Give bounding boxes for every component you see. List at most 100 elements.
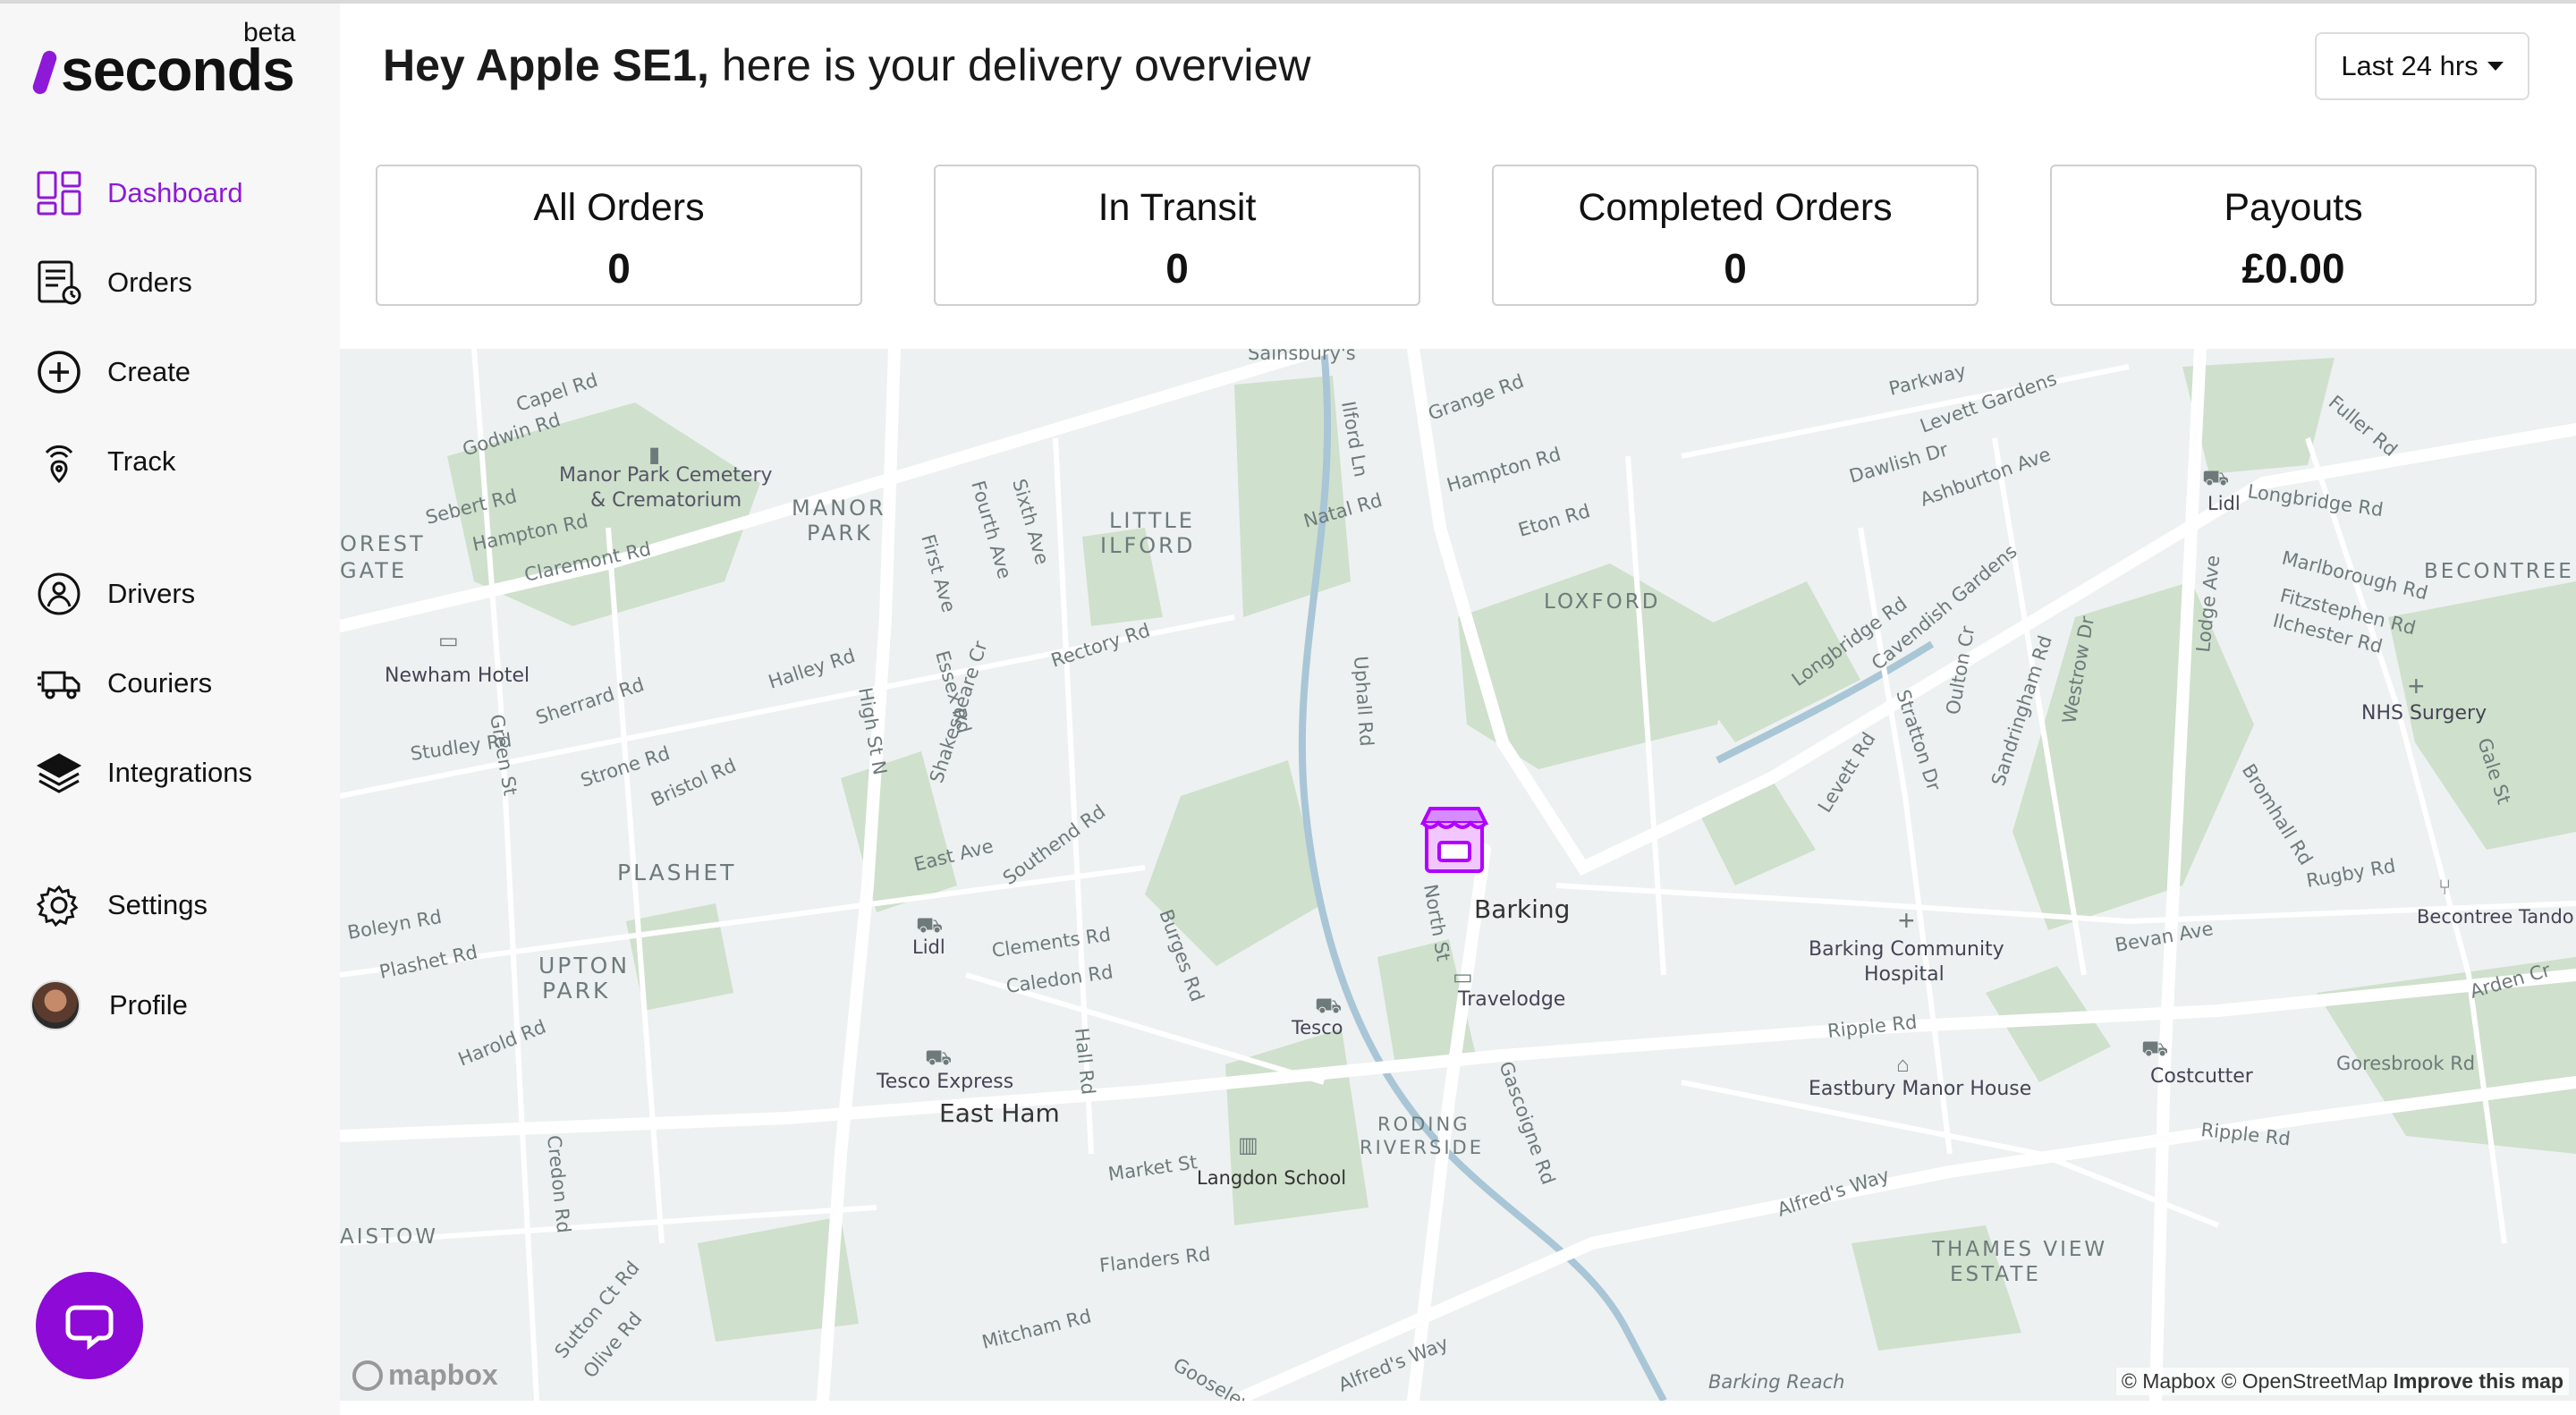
label-parkway: Parkway — [1886, 360, 1968, 400]
label-aistow: AISTOW — [340, 1225, 438, 1249]
sidebar-item-create[interactable]: Create — [36, 345, 322, 399]
label-riverside: RIVERSIDE — [1360, 1137, 1484, 1158]
chat-icon — [65, 1305, 114, 1351]
store-marker[interactable] — [1418, 803, 1491, 877]
label-market-st: Market St — [1106, 1151, 1199, 1185]
label-east-ham: East Ham — [939, 1098, 1060, 1128]
sidebar-item-settings[interactable]: Settings — [36, 878, 322, 932]
museum-icon: ⌂ — [1896, 1053, 1910, 1077]
cemetery-icon: ▮ — [648, 443, 660, 467]
avatar — [30, 980, 80, 1030]
caret-down-icon — [2487, 62, 2504, 71]
sidebar-item-label: Integrations — [107, 757, 252, 788]
cart-icon: ⛟ — [2202, 466, 2229, 490]
label-cemetery-1: Manor Park Cemetery — [559, 464, 773, 487]
label-grange-rd: Grange Rd — [1426, 370, 1527, 425]
sidebar-item-dashboard[interactable]: Dashboard — [36, 166, 322, 220]
stat-value: £0.00 — [2241, 245, 2345, 292]
dashboard-icon — [36, 170, 82, 216]
label-sixth-ave: Sixth Ave — [1008, 477, 1053, 567]
label-hall-rd: Hall Rd — [1071, 1027, 1099, 1096]
label-lidl-2: Lidl — [2207, 493, 2241, 514]
hospital-icon: + — [1898, 904, 1915, 936]
sidebar-item-profile[interactable]: Profile — [30, 979, 317, 1032]
label-gascoigne-rd: Gascoigne Rd — [1495, 1059, 1559, 1188]
label-first-ave: First Ave — [917, 532, 960, 615]
settings-icon — [36, 882, 82, 928]
sidebar-item-track[interactable]: Track — [36, 435, 322, 488]
stat-value: 0 — [607, 245, 631, 292]
stat-title: In Transit — [1097, 186, 1257, 229]
sidebar-item-label: Couriers — [107, 667, 213, 699]
label-forest: OREST — [340, 531, 426, 556]
label-upton-park: PARK — [542, 978, 610, 1004]
label-credon-rd: Credon Rd — [543, 1134, 574, 1234]
greeting-text: here is your delivery overview — [708, 40, 1311, 90]
hotel-icon: ▭ — [1453, 965, 1473, 989]
stat-title: Payouts — [2224, 186, 2363, 229]
label-newham-hotel: Newham Hotel — [385, 665, 530, 687]
label-fourth-ave: Fourth Ave — [967, 479, 1015, 581]
chat-button[interactable] — [36, 1272, 143, 1379]
label-lidl-1: Lidl — [912, 936, 945, 958]
label-cemetery-2: & Crematorium — [590, 489, 741, 512]
stat-title: All Orders — [533, 186, 705, 229]
mapbox-icon — [352, 1360, 383, 1391]
delivery-map[interactable]: Sainsbury's Capel Rd Godwin Rd Manor Par… — [340, 349, 2576, 1401]
label-estate: ESTATE — [1950, 1263, 2041, 1286]
label-hampton-rd: Hampton Rd — [1445, 444, 1563, 496]
label-roding: RODING — [1377, 1114, 1470, 1135]
label-lodge-ave: Lodge Ave — [2192, 555, 2224, 654]
label-upton: UPTON — [538, 953, 630, 979]
label-manor: MANOR — [792, 496, 886, 521]
improve-map-link[interactable]: Improve this map — [2394, 1369, 2563, 1393]
label-ripple-rd: Ripple Rd — [1826, 1012, 1918, 1042]
sidebar-item-label: Track — [107, 445, 176, 477]
label-clements-rd: Clements Rd — [990, 924, 1112, 962]
sidebar-item-orders[interactable]: Orders — [36, 256, 322, 309]
sidebar: seconds beta Dashboard Orders Create Tra… — [0, 4, 340, 1415]
label-longbridge-rd-2: Longbridge Rd — [2246, 480, 2385, 521]
greeting-name: Hey Apple SE1, — [383, 40, 709, 90]
stat-card-in-transit[interactable]: In Transit 0 — [934, 165, 1420, 306]
page-title: Hey Apple SE1, here is your delivery ove… — [383, 39, 1310, 91]
mapbox-logo[interactable]: mapbox — [352, 1359, 498, 1392]
label-ilford-ln: Ilford Ln — [1337, 400, 1371, 479]
integrations-icon — [36, 750, 82, 796]
label-boleyn-rd: Boleyn Rd — [346, 906, 444, 944]
logo[interactable]: seconds beta — [30, 13, 317, 103]
attribution-osm-link[interactable]: © OpenStreetMap — [2221, 1369, 2387, 1393]
label-uphall-rd: Uphall Rd — [1350, 656, 1377, 748]
label-sherrard-rd: Sherrard Rd — [533, 674, 647, 729]
sidebar-item-drivers[interactable]: Drivers — [36, 567, 322, 621]
label-bromhall-rd: Bromhall Rd — [2238, 760, 2317, 869]
label-little: LITTLE — [1109, 508, 1195, 533]
label-caledon-rd: Caledon Rd — [1004, 961, 1114, 997]
sidebar-item-integrations[interactable]: Integrations — [36, 746, 322, 800]
stat-card-payouts[interactable]: Payouts £0.00 — [2050, 165, 2537, 306]
map-parks — [447, 358, 2576, 1351]
time-range-dropdown[interactable]: Last 24 hrs — [2315, 32, 2529, 100]
label-barking-reach: Barking Reach — [1708, 1371, 1844, 1393]
stat-card-completed-orders[interactable]: Completed Orders 0 — [1492, 165, 1979, 306]
label-becontree-tando: Becontree Tando — [2417, 906, 2574, 928]
couriers-icon — [36, 660, 82, 707]
label-nhs-surgery: NHS Surgery — [2361, 702, 2487, 724]
sidebar-item-label: Create — [107, 356, 191, 387]
drivers-icon — [36, 571, 82, 617]
stat-card-all-orders[interactable]: All Orders 0 — [376, 165, 862, 306]
label-langdon-school: Langdon School — [1197, 1167, 1346, 1189]
attribution-mapbox-link[interactable]: © Mapbox — [2122, 1369, 2216, 1393]
label-costcutter: Costcutter — [2150, 1065, 2254, 1088]
sidebar-item-couriers[interactable]: Couriers — [36, 657, 322, 710]
label-hospital-1: Barking Community — [1809, 938, 2004, 961]
hotel-icon: ▭ — [438, 629, 459, 653]
hospital-icon: + — [2408, 670, 2425, 702]
label-tesco-express: Tesco Express — [876, 1071, 1013, 1093]
label-tesco: Tesco — [1291, 1017, 1343, 1038]
cart-icon: ⛟ — [916, 913, 943, 937]
label-fuller-rd: Fuller Rd — [2325, 391, 2402, 461]
map-attribution: © Mapbox © OpenStreetMap Improve this ma… — [2115, 1368, 2569, 1395]
label-halley-rd: Halley Rd — [766, 645, 858, 693]
stat-value: 0 — [1724, 245, 1747, 292]
